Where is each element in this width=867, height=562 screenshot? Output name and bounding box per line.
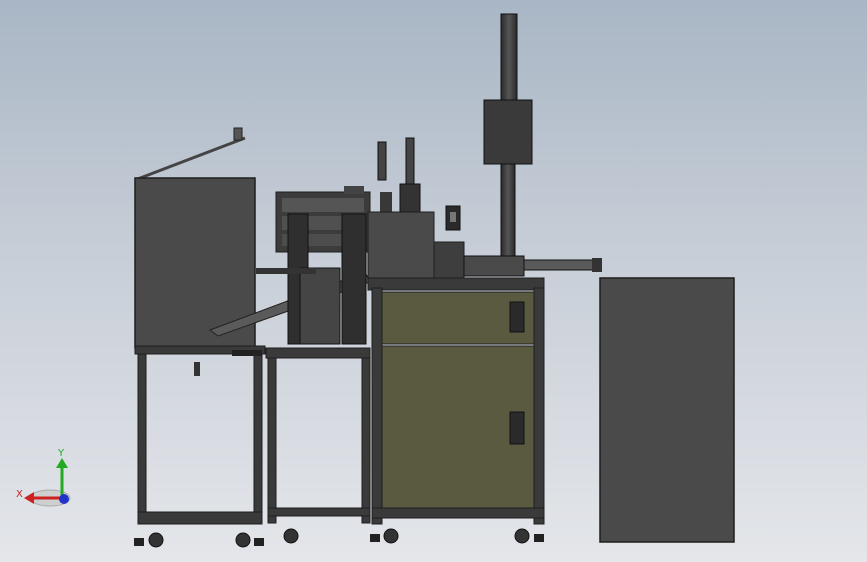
pneumatic-cylinders <box>377 137 421 215</box>
cad-viewport[interactable]: Y X <box>0 0 867 562</box>
tower-column <box>483 13 533 261</box>
x-axis-label: X <box>16 489 23 500</box>
casters <box>134 528 544 548</box>
main-cabinet <box>367 277 545 525</box>
processing-head <box>367 205 465 281</box>
electrical-cabinet <box>599 277 735 543</box>
middle-frame <box>256 186 371 524</box>
horizontal-actuator <box>463 255 602 277</box>
coordinate-triad: Y X <box>16 448 71 507</box>
y-axis-label: Y <box>57 448 65 459</box>
z-axis-dot <box>59 494 69 504</box>
model-view[interactable]: Y X <box>0 0 867 562</box>
